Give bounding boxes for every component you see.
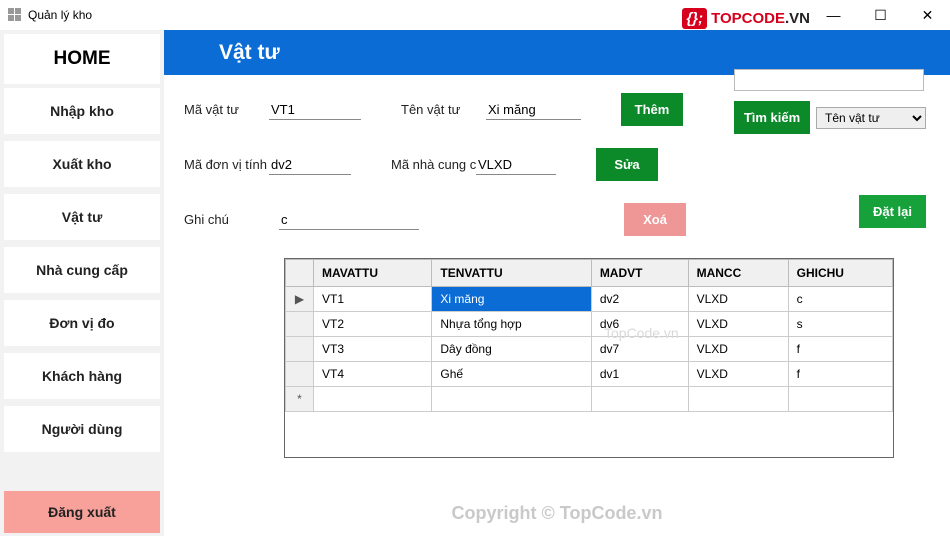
label-madvt: Mã đơn vị tính [184,157,279,172]
cell[interactable] [314,387,432,412]
main-panel: Vật tư Mã vật tư Tên vật tư Thêm Mã đơn … [164,30,950,536]
sidebar-item-vattu[interactable]: Vật tư [4,194,160,240]
app-icon [8,8,22,22]
cell[interactable]: dv2 [591,287,688,312]
label-mavattu: Mã vật tư [184,102,269,117]
cell[interactable]: VLXD [688,337,788,362]
cell[interactable]: Dây đồng [432,337,591,362]
minimize-button[interactable]: — [811,1,856,29]
cell[interactable] [432,387,591,412]
cell[interactable]: f [788,337,892,362]
cell[interactable]: Ghế [432,362,591,387]
row-header [286,337,314,362]
add-button[interactable]: Thêm [621,93,683,126]
col-ghichu[interactable]: GHICHU [788,260,892,287]
input-tenvattu[interactable] [486,100,581,120]
search-input[interactable] [734,69,924,91]
sidebar-item-nhacungcap[interactable]: Nhà cung cấp [4,247,160,293]
cell[interactable]: VT2 [314,312,432,337]
search-filter-select[interactable]: Tên vật tư [816,107,926,129]
cell[interactable]: s [788,312,892,337]
reset-button[interactable]: Đặt lại [859,195,926,228]
table-row[interactable]: ▶VT1Xi măngdv2VLXDc [286,287,893,312]
search-button[interactable]: Tìm kiếm [734,101,810,134]
input-ghichu[interactable] [279,210,419,230]
grid-corner [286,260,314,287]
watermark: Copyright © TopCode.vn [452,503,663,524]
col-mavattu[interactable]: MAVATTU [314,260,432,287]
col-madvt[interactable]: MADVT [591,260,688,287]
cell[interactable]: VT3 [314,337,432,362]
delete-button[interactable]: Xoá [624,203,686,236]
cell[interactable]: c [788,287,892,312]
cell[interactable] [788,387,892,412]
cell[interactable]: f [788,362,892,387]
home-header: HOME [4,34,160,84]
window-title: Quản lý kho [28,8,92,22]
cell[interactable]: VT1 [314,287,432,312]
label-tenvattu: Tên vật tư [401,102,486,117]
col-mancc[interactable]: MANCC [688,260,788,287]
cell[interactable]: dv6 [591,312,688,337]
sidebar-item-nguoidung[interactable]: Người dùng [4,406,160,452]
close-button[interactable]: ✕ [905,1,950,29]
brand-logo: {}; TOPCODE.VN [682,8,810,29]
row-header [286,312,314,337]
cell[interactable]: VT4 [314,362,432,387]
cell[interactable] [688,387,788,412]
col-tenvattu[interactable]: TENVATTU [432,260,591,287]
cell[interactable] [591,387,688,412]
logout-button[interactable]: Đăng xuất [4,491,160,533]
row-header: ▶ [286,287,314,312]
table-row[interactable]: VT3Dây đồngdv7VLXDf [286,337,893,362]
cell[interactable]: Xi măng [432,287,591,312]
row-header [286,362,314,387]
sidebar-item-xuatkho[interactable]: Xuất kho [4,141,160,187]
cell[interactable]: VLXD [688,362,788,387]
input-madvt[interactable] [269,155,351,175]
cell[interactable]: dv1 [591,362,688,387]
input-mancc[interactable] [476,155,556,175]
table-row[interactable]: VT4Ghếdv1VLXDf [286,362,893,387]
cell[interactable]: Nhựa tổng hợp [432,312,591,337]
cell[interactable]: VLXD [688,312,788,337]
edit-button[interactable]: Sửa [596,148,658,181]
titlebar: Quản lý kho {}; TOPCODE.VN — ☐ ✕ [0,0,950,30]
row-header: * [286,387,314,412]
cell[interactable]: dv7 [591,337,688,362]
maximize-button[interactable]: ☐ [858,1,903,29]
table-row[interactable]: VT2Nhựa tổng hợpdv6VLXDs [286,312,893,337]
sidebar-item-khachhang[interactable]: Khách hàng [4,353,160,399]
new-row[interactable]: * [286,387,893,412]
sidebar-item-donvido[interactable]: Đơn vị đo [4,300,160,346]
data-grid[interactable]: MAVATTU TENVATTU MADVT MANCC GHICHU ▶VT1… [284,258,894,458]
sidebar-item-nhapkho[interactable]: Nhập kho [4,88,160,134]
sidebar: HOME Nhập kho Xuất kho Vật tư Nhà cung c… [0,30,164,536]
cell[interactable]: VLXD [688,287,788,312]
input-mavattu[interactable] [269,100,361,120]
label-ghichu: Ghi chú [184,212,269,227]
brand-badge-icon: {}; [682,8,707,29]
